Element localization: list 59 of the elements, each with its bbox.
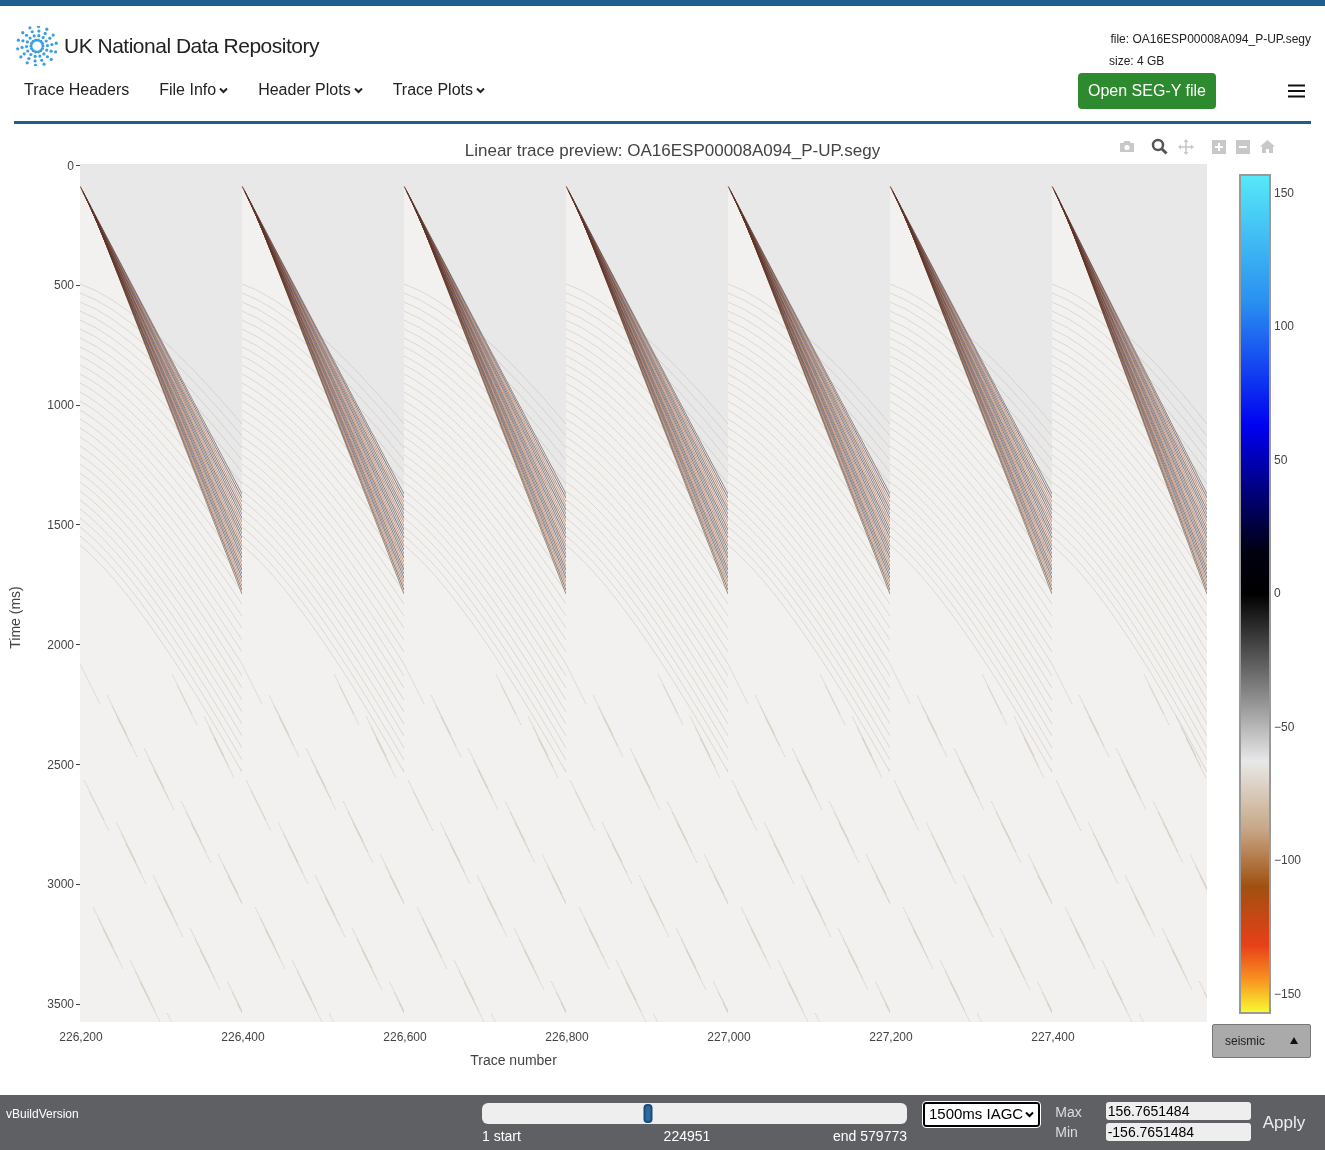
apply-button[interactable]: Apply [1262, 1110, 1306, 1136]
y-tick-label: 0 [67, 157, 74, 175]
nav-menu-item[interactable]: Header Plots [258, 78, 363, 102]
slider-value-label: 224951 [662, 1127, 711, 1146]
menu-icon[interactable] [1288, 84, 1305, 98]
slider-end-label: end 579773 [833, 1127, 907, 1146]
x-tick-label: 227,000 [707, 1028, 751, 1046]
zoom-in-icon[interactable] [1212, 139, 1226, 154]
min-label: Min [1055, 1123, 1079, 1142]
colorbar-tick-label: 0 [1274, 585, 1281, 602]
x-tick-label: 227,400 [1031, 1028, 1075, 1046]
zoom-out-icon[interactable] [1236, 139, 1250, 154]
y-tick-label: 3000 [47, 876, 74, 894]
plot-title: Linear trace preview: OA16ESP00008A094_P-UP.segy [464, 140, 881, 162]
logo-icon [14, 26, 60, 66]
max-input[interactable]: 156.7651484 [1105, 1102, 1251, 1120]
caret-icon [219, 86, 229, 94]
camera-icon[interactable] [1119, 140, 1135, 153]
open-file-button[interactable]: Open SEG-Y file [1078, 73, 1216, 109]
x-axis-label: Trace number [470, 1050, 557, 1070]
y-tick-label: 1000 [47, 397, 74, 415]
zoom-icon[interactable] [1151, 138, 1168, 155]
nav-menu-item[interactable]: File Info [159, 78, 229, 102]
range-slider[interactable] [482, 1103, 907, 1124]
file-size-text: size: 4 GB [1109, 53, 1165, 70]
colorbar-tick-label: −50 [1274, 718, 1295, 736]
colorbar-tick-label: −150 [1274, 985, 1302, 1003]
brand-title: UK National Data Repository [64, 33, 319, 60]
x-tick-label: 227,200 [869, 1028, 913, 1046]
pan-icon[interactable] [1178, 138, 1194, 155]
x-tick-label: 226,800 [545, 1028, 589, 1046]
slider-thumb[interactable] [643, 1104, 653, 1123]
caret-icon [476, 86, 485, 94]
caret-icon [353, 86, 363, 94]
y-tick-label: 3500 [47, 996, 74, 1014]
x-tick-label: 226,400 [221, 1028, 265, 1046]
colorbar-tick-label: 100 [1274, 318, 1295, 335]
y-tick-label: 500 [53, 277, 74, 295]
max-label: Max [1055, 1103, 1082, 1122]
y-tick-label: 1500 [47, 516, 74, 534]
y-tick-label: 2000 [47, 636, 74, 654]
colorbar-tick-label: 150 [1274, 184, 1295, 202]
file-name-text: file: OA16ESP00008A094_P-UP.segy [1110, 31, 1311, 48]
slider-start-label: 1 start [482, 1127, 521, 1146]
colormap-select[interactable]: seismic [1212, 1023, 1311, 1058]
caret-icon [1290, 1037, 1298, 1044]
y-tick-label: 2500 [47, 756, 74, 774]
colorbar-tick-label: −100 [1274, 852, 1302, 869]
home-icon[interactable] [1260, 140, 1275, 153]
gain-select[interactable]: 1500ms IAGC [923, 1102, 1041, 1127]
y-axis-label: Time (ms) [5, 585, 24, 649]
min-input[interactable]: -156.7651484 [1105, 1123, 1251, 1141]
build-version-text: vBuildVersion [6, 1107, 79, 1121]
x-tick-label: 226,200 [59, 1028, 103, 1046]
nav-menu-item[interactable]: Trace Headers [24, 78, 130, 102]
caret-icon [1025, 1111, 1035, 1118]
x-tick-label: 226,600 [383, 1028, 427, 1046]
colorbar-tick-label: 50 [1274, 451, 1288, 469]
nav-menu-item[interactable]: Trace Plots [392, 78, 485, 102]
